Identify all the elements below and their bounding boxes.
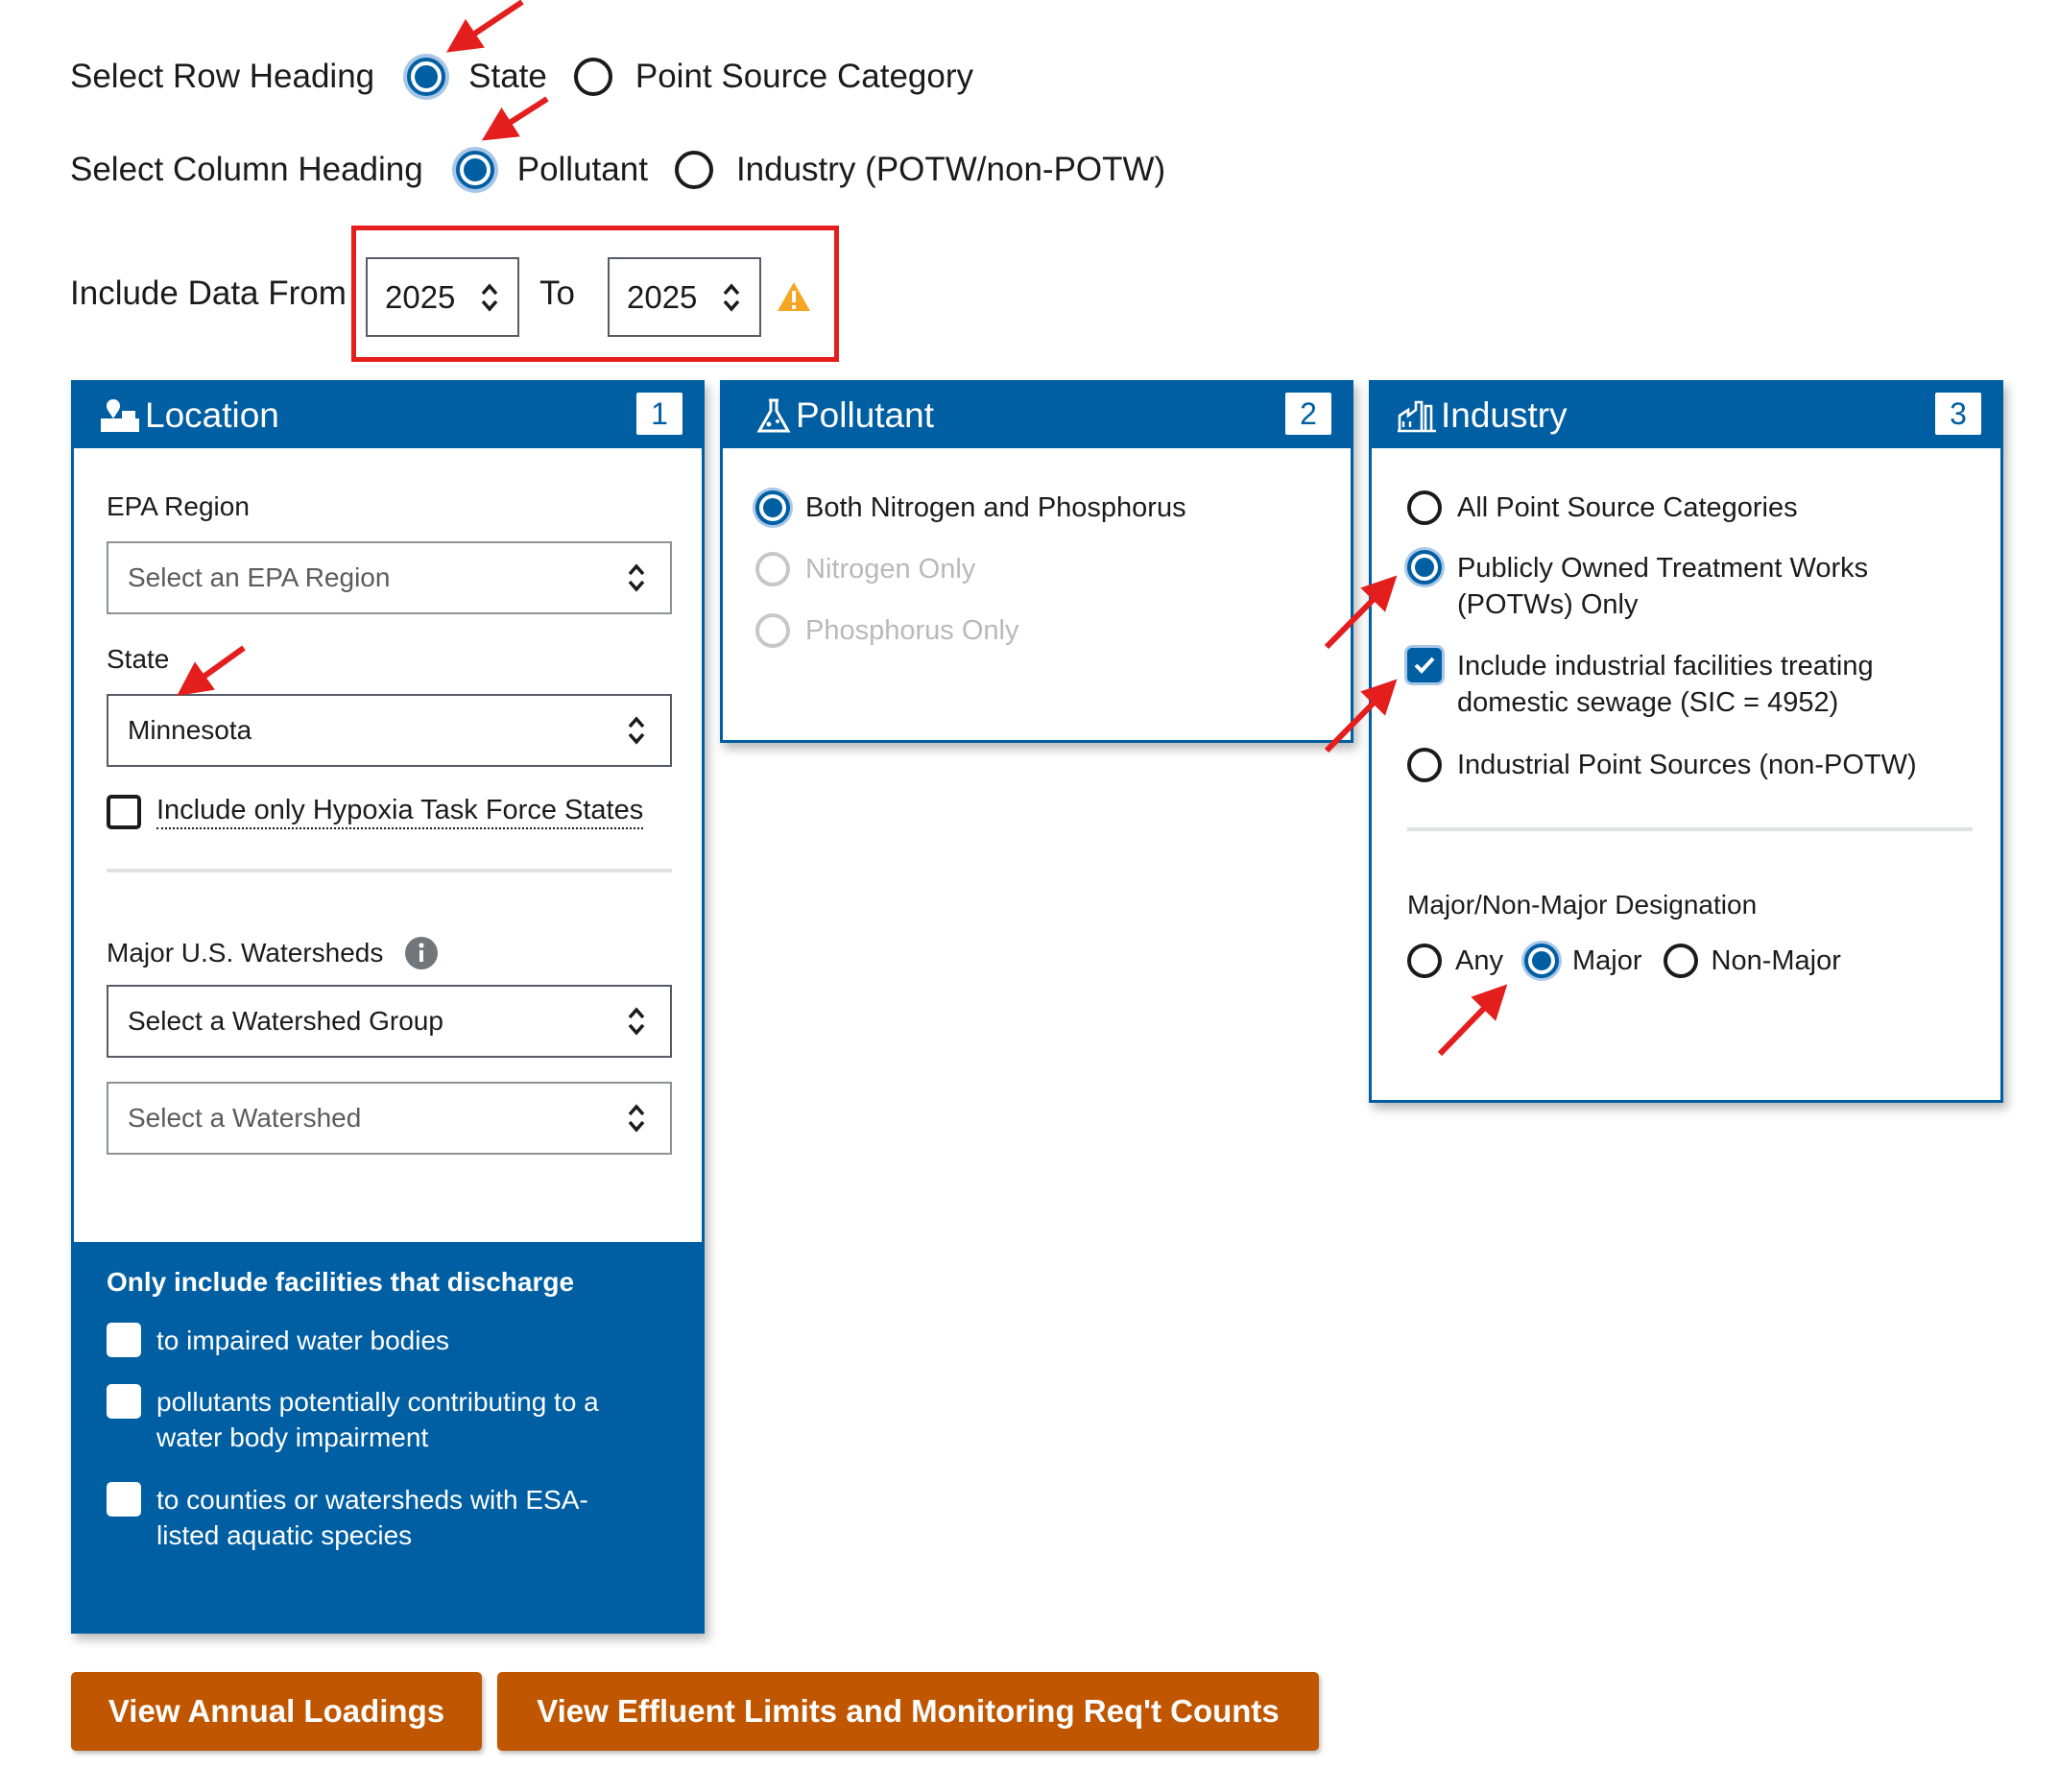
annotation-arrow [177,645,246,696]
annotation-arrow [1324,575,1398,650]
annotation-arrow [481,96,549,141]
annotation-arrows [177,0,1508,1057]
annotation-arrow [1324,679,1398,753]
annotation-arrow [1437,984,1508,1057]
annotation-arrow [446,0,524,53]
